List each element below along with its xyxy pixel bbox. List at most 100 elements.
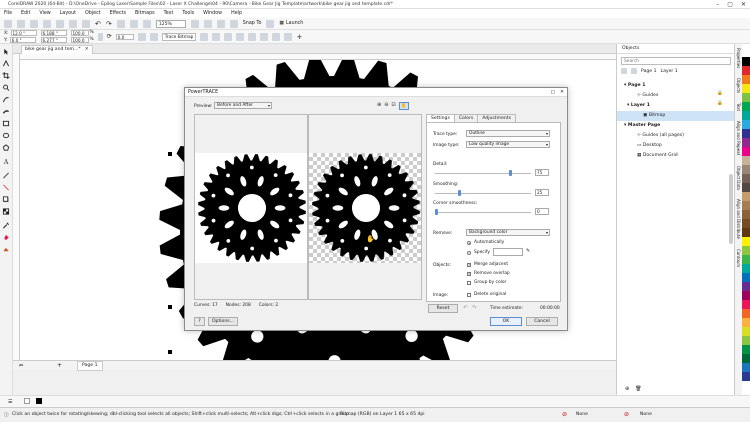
palette-swatch[interactable] — [742, 345, 750, 354]
tree-bitmap[interactable]: ▣ Bitmap — [617, 111, 735, 121]
palette-swatch[interactable] — [742, 102, 750, 111]
first-page-icon[interactable]: ⏮ — [19, 363, 23, 369]
objects-scrollbar[interactable] — [729, 174, 733, 244]
edit-bitmap-icon[interactable] — [200, 32, 209, 41]
before-preview-pane[interactable] — [194, 114, 308, 300]
palette-swatch[interactable] — [742, 57, 750, 66]
freehand-tool-icon[interactable] — [2, 96, 10, 103]
palette-swatch[interactable] — [742, 201, 750, 210]
detail-value[interactable]: 75 — [535, 169, 549, 176]
palette-swatch[interactable] — [742, 183, 750, 192]
reset-button[interactable]: Reset — [428, 304, 458, 313]
docker-tab-objects[interactable]: Objects — [736, 78, 741, 93]
to-back-icon[interactable] — [284, 32, 293, 41]
zoom-in-icon[interactable]: ⊕ — [377, 102, 381, 110]
group-by-color-checkbox[interactable] — [467, 281, 471, 285]
palette-swatch[interactable] — [742, 93, 750, 102]
ungroup-icon[interactable] — [260, 32, 269, 41]
group-icon[interactable] — [248, 32, 257, 41]
detail-slider-track[interactable] — [435, 173, 531, 174]
color-eyedropper-icon[interactable]: ✎ — [526, 248, 530, 254]
layer-options-icon[interactable] — [631, 68, 637, 74]
shape-tool-icon[interactable] — [2, 60, 10, 67]
palette-swatch[interactable] — [742, 75, 750, 84]
palette-swatch[interactable] — [742, 291, 750, 300]
palette-swatch[interactable] — [742, 84, 750, 93]
corner-slider-thumb[interactable] — [435, 209, 438, 215]
smoothing-slider-track[interactable] — [435, 193, 531, 194]
palette-swatch[interactable] — [742, 48, 750, 57]
eyedropper-icon[interactable] — [2, 222, 10, 229]
close-icon[interactable]: ✕ — [741, 1, 746, 8]
palette-swatch[interactable] — [742, 165, 750, 174]
menu-effects[interactable]: Effects — [110, 11, 126, 16]
docker-tab-contours[interactable]: Contours — [736, 249, 741, 267]
docker-tab-properties[interactable]: Properties — [736, 48, 741, 68]
print-icon[interactable] — [43, 19, 51, 28]
save-icon[interactable] — [30, 19, 38, 28]
zoom-tool-icon[interactable] — [2, 84, 10, 91]
pan-hand-icon[interactable]: ✋ — [398, 102, 409, 110]
palette-swatch[interactable] — [742, 111, 750, 120]
docker-tab-align-repeat[interactable]: Align and Repeat — [736, 121, 741, 155]
dialog-maximize-icon[interactable]: ▢ — [550, 88, 555, 97]
delete-original-checkbox[interactable] — [467, 293, 471, 297]
palette-swatch[interactable] — [742, 282, 750, 291]
remove-overlap-checkbox[interactable]: ✓ — [467, 272, 471, 276]
automatically-radio[interactable] — [467, 241, 471, 245]
zoom-fit-icon[interactable]: ⊡ — [391, 102, 395, 110]
cut-icon[interactable] — [56, 19, 64, 28]
tree-desktop[interactable]: ▭ Desktop — [617, 141, 735, 151]
launch-button[interactable]: ▦ Launch — [279, 21, 303, 26]
options-button[interactable]: Options... — [208, 317, 238, 326]
tree-guides-all[interactable]: ⊹ Guides (all pages) — [617, 131, 735, 141]
redo-icon[interactable]: ↷ — [106, 20, 112, 28]
mirror-horizontal-icon[interactable] — [137, 32, 146, 41]
palette-swatch[interactable] — [742, 273, 750, 282]
full-screen-icon[interactable] — [190, 19, 199, 28]
bitmap-color-mask-icon[interactable] — [236, 32, 245, 41]
specify-radio[interactable] — [467, 251, 471, 255]
trace-type-select[interactable]: Outline — [466, 130, 550, 137]
ellipse-tool-icon[interactable] — [2, 132, 10, 139]
zoom-out-icon[interactable]: ⊖ — [384, 102, 388, 110]
smart-fill-icon[interactable] — [2, 246, 10, 253]
fill-swatch[interactable] — [24, 398, 30, 404]
redo-trace-icon[interactable]: ↷ — [472, 305, 477, 311]
palette-swatch[interactable] — [742, 354, 750, 363]
palette-swatch[interactable] — [742, 219, 750, 228]
add-icon[interactable]: + — [296, 33, 302, 41]
y-position-field[interactable]: 6.0 " — [9, 37, 36, 43]
mirror-vertical-icon[interactable] — [149, 32, 158, 41]
zoom-level-select[interactable]: 125% — [155, 19, 186, 28]
palette-swatch[interactable] — [742, 237, 750, 246]
page-tab[interactable]: Page 1 — [77, 361, 103, 371]
undo-icon[interactable]: ↶ — [95, 20, 101, 28]
docker-tab-align-distribute[interactable]: Align and Distribute — [736, 199, 741, 239]
crop-tool-icon[interactable] — [2, 72, 10, 79]
open-icon[interactable] — [17, 19, 25, 28]
palette-swatch[interactable] — [742, 318, 750, 327]
trace-bitmap-button[interactable]: Trace Bitmap — [161, 32, 197, 41]
text-tool-icon[interactable]: A — [2, 158, 10, 165]
smoothing-slider-thumb[interactable] — [458, 190, 462, 196]
artistic-media-icon[interactable] — [2, 108, 10, 115]
connector-tool-icon[interactable] — [2, 184, 10, 191]
merge-adjacent-checkbox[interactable]: ✓ — [467, 263, 471, 267]
palette-swatch[interactable] — [742, 264, 750, 273]
palette-swatch[interactable] — [742, 372, 750, 381]
new-layer-icon[interactable] — [621, 68, 627, 74]
docker-tab-object-data[interactable]: Object Data — [736, 166, 741, 190]
vertical-ruler[interactable] — [13, 54, 20, 360]
outline-swatch[interactable] — [36, 398, 42, 404]
palette-swatch[interactable] — [742, 156, 750, 165]
scale-width-field[interactable]: 100.0 — [70, 30, 89, 36]
remove-select[interactable]: Background color — [466, 229, 550, 236]
menu-file[interactable]: File — [4, 11, 12, 16]
image-type-select[interactable]: Low quality image — [466, 141, 550, 148]
palette-swatch[interactable] — [742, 174, 750, 183]
menu-window[interactable]: Window — [203, 11, 222, 16]
import-icon[interactable] — [116, 19, 125, 28]
guidelines-icon[interactable] — [229, 19, 238, 28]
menu-bitmaps[interactable]: Bitmaps — [135, 11, 155, 16]
